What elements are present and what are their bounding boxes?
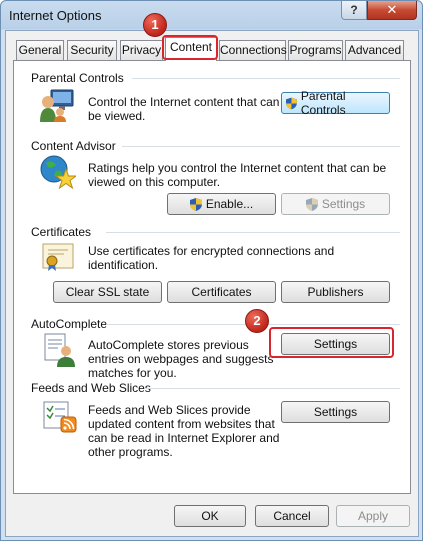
uac-shield-icon [286,97,297,109]
group-divider [122,146,400,147]
internet-options-window: Internet Options ? ✕ General Security Pr… [0,0,423,541]
autocomplete-icon [44,333,75,367]
feeds-icon [43,401,77,433]
close-button[interactable]: ✕ [367,1,417,20]
apply-button[interactable]: Apply [336,505,410,527]
parental-controls-group-title: Parental Controls [31,71,124,85]
content-advisor-description: Ratings help you control the Internet co… [88,161,387,189]
dialog-client-area: General Security Privacy Content Connect… [5,30,419,537]
autocomplete-settings-highlight [269,327,394,358]
publishers-button[interactable]: Publishers [281,281,390,303]
content-advisor-icon [40,155,76,189]
content-advisor-enable-label: Enable... [205,197,254,211]
uac-shield-icon [305,197,318,211]
parental-controls-description: Control the Internet content that can be… [88,95,280,123]
clear-ssl-state-button[interactable]: Clear SSL state [53,281,162,303]
step-1-badge: 1 [143,13,167,37]
parental-controls-button-label: Parental Controls [300,89,346,117]
content-advisor-settings-button[interactable]: Settings [281,193,390,215]
parental-controls-button[interactable]: Parental Controls [281,89,390,117]
certificates-button[interactable]: Certificates [167,281,276,303]
tab-advanced[interactable]: Advanced [345,40,404,60]
certificates-group-title: Certificates [31,225,92,239]
step-2-badge: 2 [245,309,269,333]
tab-programs[interactable]: Programs [288,40,343,60]
group-divider [132,78,400,79]
content-advisor-group-title: Content Advisor [31,139,116,153]
certificate-icon [42,243,74,271]
feeds-group-title: Feeds and Web Slices [31,381,151,395]
group-divider [106,232,400,233]
autocomplete-description: AutoComplete stores previous entries on … [88,338,274,380]
tab-privacy[interactable]: Privacy [120,40,163,60]
help-button[interactable]: ? [341,1,367,20]
content-tab-highlight [162,35,218,60]
tab-security[interactable]: Security [67,40,117,60]
feeds-description: Feeds and Web Slices provide updated con… [88,403,280,459]
tab-general[interactable]: General [16,40,64,60]
content-advisor-settings-label: Settings [321,197,366,211]
tab-connections[interactable]: Connections [219,40,287,60]
feeds-settings-button[interactable]: Settings [281,401,390,423]
ok-button[interactable]: OK [174,505,246,527]
parental-controls-icon [40,89,74,122]
cancel-button[interactable]: Cancel [255,505,329,527]
window-title: Internet Options [9,8,102,23]
content-tab-panel: Parental Controls Control the Internet c… [13,60,411,494]
group-divider [146,388,400,389]
certificates-description: Use certificates for encrypted connectio… [88,244,335,272]
autocomplete-group-title: AutoComplete [31,317,108,331]
uac-shield-icon [189,197,202,211]
content-advisor-enable-button[interactable]: Enable... [167,193,276,215]
